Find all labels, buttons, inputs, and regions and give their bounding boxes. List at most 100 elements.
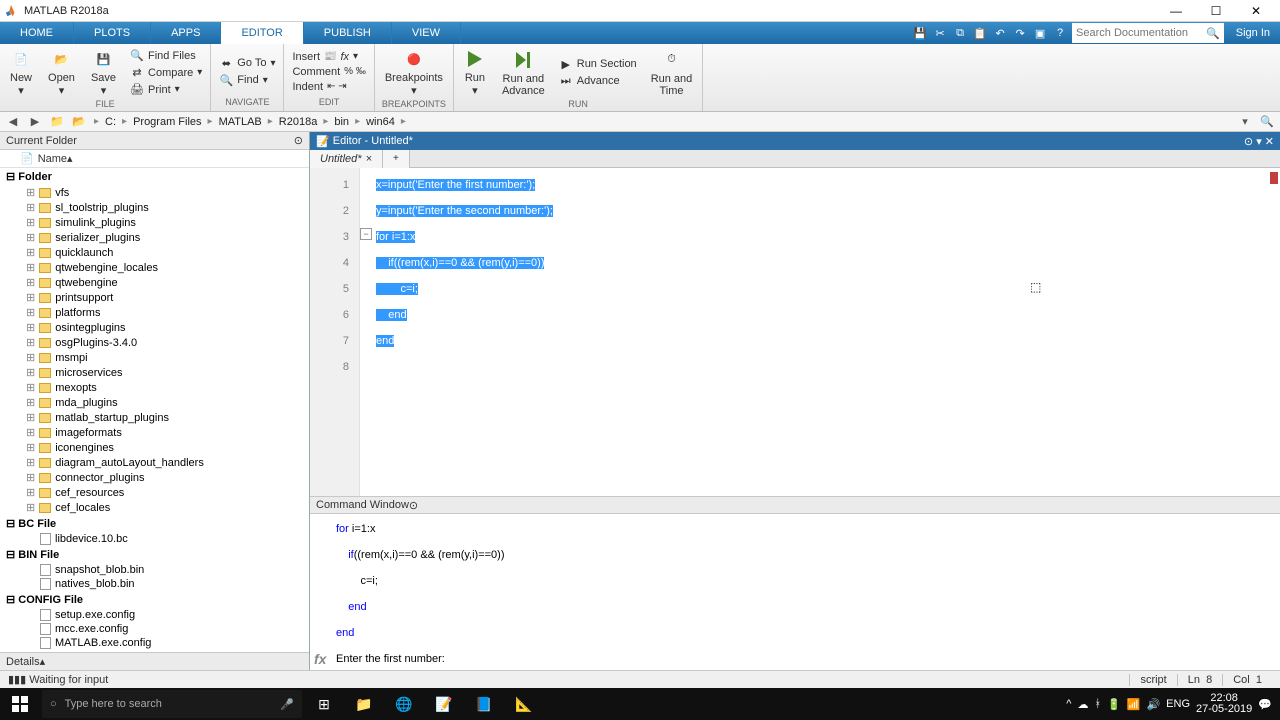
compare-button[interactable]: ⇄Compare ▾ xyxy=(126,65,206,81)
tray-notifications-icon[interactable]: 💬 xyxy=(1258,698,1272,711)
code-editor[interactable]: 12345678 − ⬚ x=input('Enter the first nu… xyxy=(310,168,1280,496)
run-button[interactable]: Run▾ xyxy=(458,46,492,99)
find-files-button[interactable]: 🔍Find Files xyxy=(126,48,206,64)
taskbar-notes-icon[interactable]: 📝 xyxy=(424,688,464,720)
sign-in-button[interactable]: Sign In xyxy=(1226,22,1280,44)
tree-folder-item[interactable]: ⊞ serializer_plugins xyxy=(0,230,309,245)
code-line[interactable]: c=i; xyxy=(360,276,1280,302)
tree-group[interactable]: ⊟ BIN File xyxy=(0,546,309,563)
find-button[interactable]: 🔍Find ▾ xyxy=(215,72,279,88)
code-line[interactable]: end xyxy=(360,328,1280,354)
tab-editor[interactable]: EDITOR xyxy=(221,22,303,44)
editor-tab-add[interactable]: + xyxy=(383,150,410,168)
undo-icon[interactable]: ↶ xyxy=(990,22,1010,44)
editor-max-icon[interactable]: ⊙ xyxy=(1244,135,1253,148)
copy-icon[interactable]: ⧉ xyxy=(950,22,970,44)
tab-apps[interactable]: APPS xyxy=(151,22,221,44)
close-button[interactable]: ✕ xyxy=(1236,0,1276,22)
tree-group[interactable]: ⊟ CONFIG File xyxy=(0,591,309,608)
tray-battery-icon[interactable]: 🔋 xyxy=(1107,698,1121,711)
tree-file-item[interactable]: MATLAB.exe.config xyxy=(0,636,309,650)
run-advance-button[interactable]: Run and Advance xyxy=(496,47,551,99)
task-view-button[interactable]: ⊞ xyxy=(304,688,344,720)
tree-file-item[interactable]: natives_blob.bin xyxy=(0,577,309,591)
tree-folder-item[interactable]: ⊞ cef_resources xyxy=(0,485,309,500)
tree-folder-item[interactable]: ⊞ osgPlugins-3.4.0 xyxy=(0,335,309,350)
editor-menu-icon[interactable]: ▾ xyxy=(1256,135,1262,148)
crumb-pf[interactable]: Program Files xyxy=(133,116,201,128)
taskbar-search[interactable]: ○Type here to search🎤 xyxy=(42,690,302,718)
tray-wifi-icon[interactable]: 📶 xyxy=(1127,698,1141,711)
tree-folder-item[interactable]: ⊞ sl_toolstrip_plugins xyxy=(0,200,309,215)
crumb-ver[interactable]: R2018a xyxy=(279,116,318,128)
start-button[interactable] xyxy=(0,688,40,720)
tree-folder-item[interactable]: ⊞ iconengines xyxy=(0,440,309,455)
save-button[interactable]: 💾Save▾ xyxy=(85,46,122,99)
code-fold-icon[interactable]: − xyxy=(360,228,372,240)
tree-folder-item[interactable]: ⊞ imageformats xyxy=(0,425,309,440)
run-section-button[interactable]: ▶Run Section xyxy=(555,56,641,72)
doc-search[interactable]: 🔍 xyxy=(1072,23,1224,43)
tree-folder-item[interactable]: ⊞ connector_plugins xyxy=(0,470,309,485)
code-line[interactable] xyxy=(360,354,1280,380)
run-time-button[interactable]: ⏱Run and Time xyxy=(645,47,699,99)
editor-code-area[interactable]: − ⬚ x=input('Enter the first number:');y… xyxy=(360,168,1280,496)
tree-file-item[interactable]: libdevice.10.bc xyxy=(0,532,309,546)
tree-folder-item[interactable]: ⊞ qtwebengine xyxy=(0,275,309,290)
path-up-icon[interactable]: 📁 xyxy=(48,114,66,130)
tree-folder-item[interactable]: ⊞ microservices xyxy=(0,365,309,380)
code-line[interactable]: end xyxy=(360,302,1280,328)
crumb-c[interactable]: C: xyxy=(105,116,116,128)
name-column-header[interactable]: 📄Name ▴ xyxy=(0,150,309,168)
open-button[interactable]: 📂Open▾ xyxy=(42,46,81,99)
tree-folder-item[interactable]: ⊞ vfs xyxy=(0,185,309,200)
command-window[interactable]: for i=1:x if((rem(x,i)==0 && (rem(y,i)==… xyxy=(310,514,1280,670)
tab-publish[interactable]: PUBLISH xyxy=(304,22,392,44)
taskbar-explorer-icon[interactable]: 📁 xyxy=(344,688,384,720)
paste-icon[interactable]: 📋 xyxy=(970,22,990,44)
pane-menu-icon[interactable]: ⊙ xyxy=(294,134,303,147)
tree-folder-item[interactable]: ⊞ quicklaunch xyxy=(0,245,309,260)
goto-button[interactable]: ⬌Go To ▾ xyxy=(215,55,279,71)
taskbar-matlab-icon[interactable]: 📐 xyxy=(504,688,544,720)
breakpoints-button[interactable]: 🔴Breakpoints▾ xyxy=(379,46,449,99)
tray-onedrive-icon[interactable]: ☁ xyxy=(1077,698,1088,711)
folder-tree[interactable]: ⊟ Folder⊞ vfs⊞ sl_toolstrip_plugins⊞ sim… xyxy=(0,168,309,652)
tree-group[interactable]: ⊟ BC File xyxy=(0,515,309,532)
editor-tab-untitled[interactable]: Untitled*× xyxy=(310,150,383,168)
tree-folder-item[interactable]: ⊞ msmpi xyxy=(0,350,309,365)
tree-folder-item[interactable]: ⊞ qtwebengine_locales xyxy=(0,260,309,275)
path-dropdown-icon[interactable]: ▾ xyxy=(1236,114,1254,130)
tree-folder-item[interactable]: ⊞ platforms xyxy=(0,305,309,320)
tab-close-icon[interactable]: × xyxy=(366,153,372,165)
tray-clock[interactable]: 22:0827-05-2019 xyxy=(1196,693,1252,715)
comment-button[interactable]: Comment % ‰ xyxy=(288,65,369,79)
mic-icon[interactable]: 🎤 xyxy=(280,698,294,711)
print-button[interactable]: 🖨Print ▾ xyxy=(126,82,206,98)
save-quick-icon[interactable]: 💾 xyxy=(910,22,930,44)
tree-file-item[interactable]: snapshot_blob.bin xyxy=(0,563,309,577)
code-line[interactable]: x=input('Enter the first number:'); xyxy=(360,172,1280,198)
minimize-button[interactable]: — xyxy=(1156,0,1196,22)
tree-folder-item[interactable]: ⊞ printsupport xyxy=(0,290,309,305)
tree-folder-item[interactable]: ⊞ simulink_plugins xyxy=(0,215,309,230)
tab-plots[interactable]: PLOTS xyxy=(74,22,151,44)
tree-file-item[interactable]: setup.exe.config xyxy=(0,608,309,622)
code-line[interactable]: for i=1:x xyxy=(360,224,1280,250)
tray-bt-icon[interactable]: ᚼ xyxy=(1094,698,1101,710)
code-line[interactable]: if((rem(x,i)==0 && (rem(y,i)==0)) xyxy=(360,250,1280,276)
doc-search-input[interactable] xyxy=(1076,24,1206,42)
tree-group[interactable]: ⊟ Folder xyxy=(0,168,309,185)
search-icon[interactable]: 🔍 xyxy=(1206,27,1220,40)
taskbar-chrome-icon[interactable]: 🌐 xyxy=(384,688,424,720)
new-button[interactable]: 📄New▾ xyxy=(4,46,38,99)
tree-folder-item[interactable]: ⊞ matlab_startup_plugins xyxy=(0,410,309,425)
tab-view[interactable]: VIEW xyxy=(392,22,461,44)
cut-icon[interactable]: ✂ xyxy=(930,22,950,44)
tree-folder-item[interactable]: ⊞ cef_locales xyxy=(0,500,309,515)
path-browse-icon[interactable]: 📂 xyxy=(70,114,88,130)
tab-home[interactable]: HOME xyxy=(0,22,74,44)
tray-volume-icon[interactable]: 🔊 xyxy=(1146,698,1160,711)
redo-icon[interactable]: ↷ xyxy=(1010,22,1030,44)
insert-button[interactable]: Insert 📰 fx ▾ xyxy=(288,50,369,64)
